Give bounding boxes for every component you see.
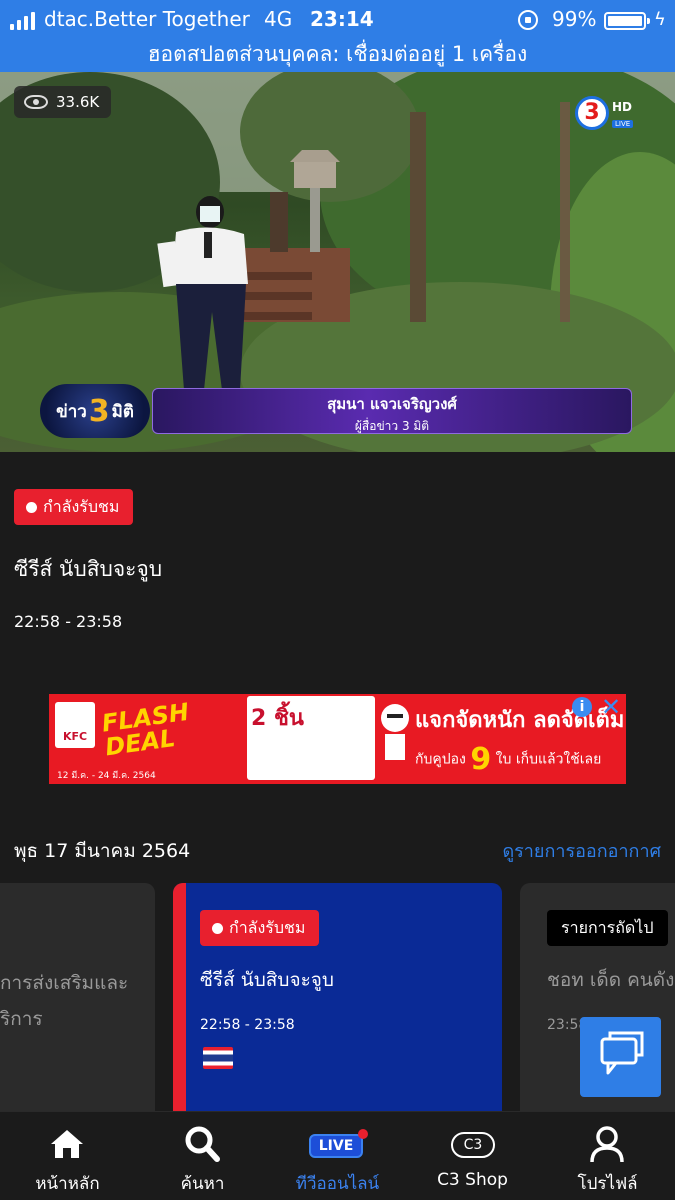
live-tv-icon: LIVE — [309, 1134, 363, 1158]
app-screen: dtac.Better Together 4G 23:14 99% ϟ ฮอตส… — [0, 0, 675, 1200]
channel-3-logo: 3 — [575, 96, 609, 130]
charging-icon: ϟ — [654, 9, 666, 30]
ad-sub-number: 9 — [470, 742, 492, 777]
thai-flag-icon — [203, 1047, 233, 1069]
schedule-card-current[interactable]: กำลังรับชม ซีรีส์ นับสิบจะจูบ 22:58 - 23… — [173, 883, 502, 1123]
tab-label: ค้นหา — [180, 1174, 225, 1194]
ad-sub-post: ใบ เก็บแล้วใช้เลย — [495, 751, 602, 768]
reporter-role: ผู้สื่อข่าว 3 มิติ — [354, 419, 430, 433]
channel-hd-label: HD — [612, 100, 633, 114]
program-title: การส่งเสริมและ ริการ — [0, 965, 155, 1037]
ad-headline: แจกจัดหนัก ลดจัดเต็ม — [415, 708, 625, 733]
ad-subline: กับคูปอง 9 ใบ เก็บแล้วใช้เลย — [415, 742, 601, 777]
eye-icon — [24, 95, 48, 109]
ad-info-icon[interactable]: i — [572, 697, 592, 717]
program-logo: ข่าว 3 มิติ — [40, 384, 150, 438]
ad-date: 12 มี.ค. - 24 มี.ค. 2564 — [57, 771, 156, 781]
home-icon — [51, 1130, 83, 1158]
live-dot-icon — [212, 922, 223, 934]
rotation-lock-icon — [518, 10, 538, 30]
ad-sub-pre: กับคูปอง — [415, 751, 466, 768]
tab-label: หน้าหลัก — [35, 1174, 100, 1194]
program-logo-text-b: มิติ — [111, 401, 134, 422]
tab-profile[interactable]: โปรไฟล์ — [540, 1112, 675, 1200]
now-watching-label: กำลังรับชม — [43, 496, 120, 516]
bottom-tab-bar: หน้าหลัก ค้นหา LIVE ทีวีออนไลน์ C3 C3 Sh… — [0, 1111, 675, 1200]
program-title: ซีรีส์ นับสิบจะจูบ — [14, 557, 163, 581]
tab-c3-shop[interactable]: C3 C3 Shop — [405, 1112, 540, 1200]
profile-icon — [590, 1126, 624, 1163]
tab-label: C3 Shop — [437, 1170, 508, 1190]
tab-label: ทีวีออนไลน์ — [295, 1174, 380, 1194]
up-next-badge: รายการถัดไป — [547, 910, 668, 946]
ad-coupon-image: 2 ชิ้น — [247, 696, 375, 780]
status-bar: dtac.Better Together 4G 23:14 99% ϟ ฮอตส… — [0, 0, 675, 72]
chat-icon — [600, 1031, 644, 1075]
view-count: 33.6K — [14, 86, 112, 118]
hotspot-banner[interactable]: ฮอตสปอตส่วนบุคคล: เชื่อมต่ออยู่ 1 เครื่อ… — [0, 38, 675, 71]
now-watching-badge: กำลังรับชม — [14, 489, 134, 525]
current-accent-bar — [173, 883, 186, 1123]
program-logo-text-a: ข่าว — [56, 401, 87, 422]
carrier-name: dtac.Better Together — [44, 7, 250, 31]
coupon-qty: 2 ชิ้น — [251, 706, 304, 731]
reporter-caption: สุมนา แจวเจริญวงศ์ ผู้สื่อข่าว 3 มิติ — [152, 388, 632, 434]
live-dot-icon — [26, 501, 37, 513]
schedule-date: พุธ 17 มีนาคม 2564 — [14, 840, 191, 862]
kfc-logo: KFC — [55, 702, 95, 748]
ad-banner[interactable]: KFC FLASH DEAL 2 ชิ้น แจกจัดหนัก ลดจัดเต… — [49, 694, 626, 784]
program-time: 22:58 - 23:58 — [200, 1017, 295, 1033]
battery-percent: 99% — [552, 7, 597, 31]
ad-close-icon[interactable]: ✕ — [599, 695, 623, 719]
tab-search[interactable]: ค้นหา — [135, 1112, 270, 1200]
tab-home[interactable]: หน้าหลัก — [0, 1112, 135, 1200]
now-watching-label: กำลังรับชม — [229, 917, 306, 937]
reporter-name: สุมนา แจวเจริญวงศ์ — [327, 395, 457, 413]
program-title: ชอท เด็ด คนดัง — [547, 969, 675, 991]
program-title: ซีรีส์ นับสิบจะจูบ — [200, 969, 334, 991]
title-line-2: ริการ — [0, 1008, 43, 1030]
now-watching-badge: กำลังรับชม — [200, 910, 320, 946]
view-schedule-link[interactable]: ดูรายการออกอากาศ — [502, 836, 661, 865]
title-line-1: การส่งเสริมและ — [0, 972, 129, 994]
tab-label: โปรไฟล์ — [577, 1174, 638, 1194]
flash-deal-text: FLASH DEAL — [100, 694, 245, 762]
battery-icon — [604, 12, 650, 30]
search-icon — [185, 1126, 220, 1162]
program-time: 22:58 - 23:58 — [14, 612, 123, 631]
status-time: 23:14 — [310, 7, 374, 31]
schedule-card-previous[interactable]: การส่งเสริมและ ริการ — [0, 883, 155, 1123]
c3-shop-icon: C3 — [451, 1132, 495, 1158]
chat-button[interactable] — [580, 1017, 661, 1097]
channel-live-label: LIVE — [612, 120, 634, 128]
program-logo-number: 3 — [88, 393, 110, 429]
colonel-icon — [381, 704, 409, 760]
network-type: 4G — [264, 7, 293, 31]
signal-icon — [10, 12, 35, 30]
tab-live-tv[interactable]: LIVE ทีวีออนไลน์ — [270, 1112, 405, 1200]
view-count-value: 33.6K — [56, 93, 100, 111]
live-indicator-dot — [358, 1129, 368, 1139]
video-player[interactable]: 33.6K 3 HD LIVE สุมนา แจวเจริญวงศ์ ผู้สื… — [0, 72, 675, 452]
